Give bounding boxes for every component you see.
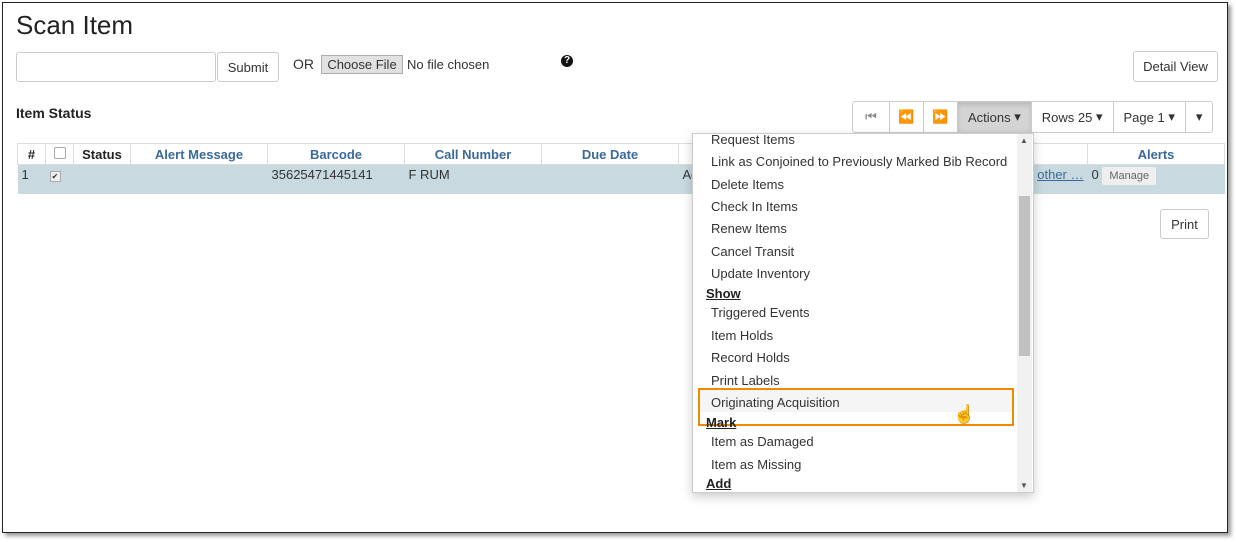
header-row: # Status Alert Message Barcode Call Numb… bbox=[17, 143, 1225, 165]
submit-button[interactable]: Submit bbox=[217, 52, 279, 82]
menu-item-damaged[interactable]: Item as Damaged bbox=[711, 434, 814, 449]
grid-toolbar: ⏮ ⏪ ⏩ Actions ▾ Rows 25 ▾ Page 1 ▾ ▾ bbox=[852, 101, 1214, 133]
section-title: Item Status bbox=[16, 105, 92, 121]
help-icon[interactable]: ? bbox=[561, 55, 573, 67]
menu-header-show: Show bbox=[706, 286, 741, 301]
row-call-number: F RUM bbox=[404, 164, 542, 194]
choose-file-button[interactable]: Choose File bbox=[321, 55, 403, 74]
hand-cursor-icon: ☝ bbox=[953, 404, 976, 424]
table-row[interactable]: 1 ✔ 35625471445141 F RUM Ad other … 0 Man… bbox=[17, 164, 1225, 194]
menu-item-renew[interactable]: Renew Items bbox=[711, 221, 787, 236]
page-title: Scan Item bbox=[16, 10, 134, 40]
col-alert-message[interactable]: Alert Message bbox=[130, 143, 268, 165]
menu-item-print-labels[interactable]: Print Labels bbox=[711, 373, 780, 388]
page-label: Page 1 bbox=[1123, 109, 1165, 125]
item-table: # Status Alert Message Barcode Call Numb… bbox=[17, 143, 1225, 194]
or-label: OR bbox=[293, 56, 314, 72]
col-alerts[interactable]: Alerts bbox=[1087, 143, 1225, 165]
next-page-icon[interactable]: ⏩ bbox=[924, 102, 958, 132]
page-button[interactable]: Page 1 ▾ bbox=[1114, 102, 1186, 132]
menu-item-record-holds[interactable]: Record Holds bbox=[711, 350, 790, 365]
menu-item-originating-acquisition[interactable]: Originating Acquisition bbox=[711, 395, 840, 410]
menu-item-triggered-events[interactable]: Triggered Events bbox=[711, 305, 810, 320]
menu-header-mark: Mark bbox=[706, 415, 737, 430]
no-file-label: No file chosen bbox=[407, 57, 490, 72]
column-options-button[interactable]: ▾ bbox=[1186, 102, 1213, 132]
col-due-date[interactable]: Due Date bbox=[541, 143, 679, 165]
first-page-icon[interactable]: ⏮ bbox=[853, 102, 890, 132]
scroll-down-icon: ▼ bbox=[1020, 481, 1028, 490]
rows-label: Rows 25 bbox=[1041, 109, 1093, 125]
print-button[interactable]: Print bbox=[1160, 209, 1209, 239]
rows-button[interactable]: Rows 25 ▾ bbox=[1032, 102, 1114, 132]
col-num: # bbox=[17, 143, 46, 165]
select-all-checkbox[interactable] bbox=[45, 143, 74, 165]
actions-button[interactable]: Actions ▾ bbox=[958, 102, 1032, 132]
col-call-number[interactable]: Call Number bbox=[404, 143, 542, 165]
menu-item-cancel-transit[interactable]: Cancel Transit bbox=[711, 244, 794, 259]
menu-scrollbar[interactable]: ▲ ▼ bbox=[1017, 134, 1032, 492]
menu-item-request-items[interactable]: Request Items bbox=[711, 134, 795, 147]
actions-label: Actions bbox=[968, 109, 1011, 125]
row-barcode: 35625471445141 bbox=[267, 164, 405, 194]
col-barcode[interactable]: Barcode bbox=[267, 143, 405, 165]
menu-item-missing[interactable]: Item as Missing bbox=[711, 457, 801, 472]
menu-item-delete-items[interactable]: Delete Items bbox=[711, 177, 784, 192]
row-checkbox[interactable]: ✔ bbox=[45, 164, 74, 194]
scroll-up-icon: ▲ bbox=[1020, 136, 1028, 145]
scroll-thumb bbox=[1019, 196, 1030, 356]
manage-button[interactable]: Manage bbox=[1102, 167, 1157, 185]
barcode-input[interactable] bbox=[16, 52, 216, 82]
menu-item-check-in[interactable]: Check In Items bbox=[711, 199, 798, 214]
col-status[interactable]: Status bbox=[73, 143, 131, 165]
row-alerts-count: 0 bbox=[1091, 167, 1099, 182]
row-link[interactable]: other … bbox=[1037, 167, 1083, 182]
menu-item-link-conjoined[interactable]: Link as Conjoined to Previously Marked B… bbox=[711, 154, 1007, 169]
actions-menu: Request Items Link as Conjoined to Previ… bbox=[692, 133, 1034, 493]
detail-view-button[interactable]: Detail View bbox=[1133, 51, 1218, 82]
menu-item-item-holds[interactable]: Item Holds bbox=[711, 328, 773, 343]
menu-header-add: Add bbox=[706, 476, 732, 491]
prev-page-icon[interactable]: ⏪ bbox=[890, 102, 924, 132]
row-num: 1 bbox=[17, 164, 46, 194]
menu-item-update-inventory[interactable]: Update Inventory bbox=[711, 266, 810, 281]
